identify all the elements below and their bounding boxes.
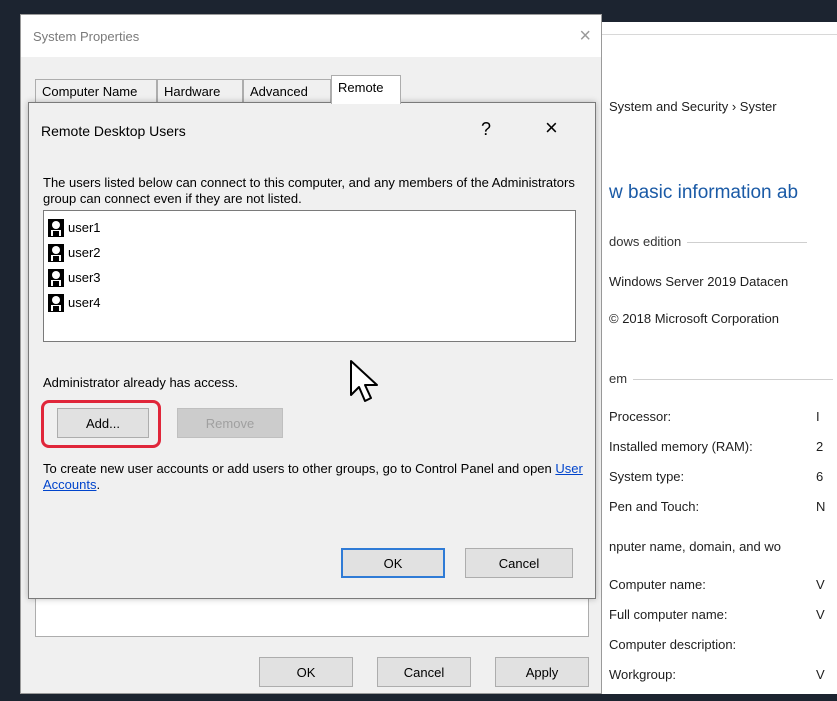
info-prefix: To create new user accounts or add users… — [43, 461, 556, 476]
processor-label: Processor: — [609, 409, 672, 424]
dialog-cancel-button[interactable]: Cancel — [465, 548, 573, 578]
list-item[interactable]: user2 — [47, 240, 572, 265]
user-name: user2 — [68, 245, 101, 260]
mouse-pointer-icon — [350, 360, 378, 402]
pen-touch-value: N — [816, 499, 826, 514]
user-name: user3 — [68, 270, 101, 285]
window-title: System Properties — [33, 29, 140, 44]
dialog-ok-button[interactable]: OK — [341, 548, 445, 578]
remove-button[interactable]: Remove — [177, 408, 283, 438]
divider — [597, 34, 837, 35]
help-icon[interactable]: ? — [481, 119, 491, 140]
workgroup-label: Workgroup: — [609, 667, 676, 682]
workgroup-value: V — [816, 667, 825, 682]
full-computer-name-label: Full computer name: — [609, 607, 728, 622]
user-icon — [48, 218, 64, 237]
user-icon — [48, 293, 64, 312]
remote-desktop-users-dialog: Remote Desktop Users ? × The users liste… — [28, 102, 596, 599]
section-windows-edition: dows edition — [609, 234, 808, 249]
add-button[interactable]: Add... — [57, 408, 149, 438]
computer-name-label: Computer name: — [609, 577, 706, 592]
pen-touch-label: Pen and Touch: — [609, 499, 700, 514]
full-computer-name-value: V — [816, 607, 825, 622]
control-panel-window: System and Security › Syster w basic inf… — [596, 22, 837, 694]
tab-computer-name[interactable]: Computer Name — [35, 79, 157, 103]
user-name: user4 — [68, 295, 101, 310]
cancel-button[interactable]: Cancel — [377, 657, 471, 687]
ram-value: 2 — [816, 439, 824, 454]
computer-description-label: Computer description: — [609, 637, 737, 652]
title-bar[interactable]: System Properties × — [21, 15, 601, 57]
list-item[interactable]: user1 — [47, 215, 572, 240]
breadcrumb[interactable]: System and Security › Syster — [609, 99, 777, 114]
copyright-text: © 2018 Microsoft Corporation — [609, 311, 779, 326]
computer-name-value: V — [816, 577, 825, 592]
info-suffix: . — [96, 477, 101, 492]
edition-value: Windows Server 2019 Datacen — [609, 274, 789, 289]
system-type-label: System type: — [609, 469, 685, 484]
user-list[interactable]: user1 user2 user3 user4 — [43, 210, 576, 342]
apply-button[interactable]: Apply — [495, 657, 589, 687]
tab-remote[interactable]: Remote — [331, 75, 401, 104]
user-name: user1 — [68, 220, 101, 235]
user-icon — [48, 243, 64, 262]
list-item[interactable]: user3 — [47, 265, 572, 290]
tab-advanced[interactable]: Advanced — [243, 79, 331, 103]
page-heading: w basic information ab — [609, 182, 799, 203]
list-item[interactable]: user4 — [47, 290, 572, 315]
ram-label: Installed memory (RAM): — [609, 439, 753, 454]
system-type-value: 6 — [816, 469, 824, 484]
section-system: em — [609, 371, 834, 386]
processor-value: I — [816, 409, 820, 424]
admin-note: Administrator already has access. — [43, 375, 239, 390]
info-text: To create new user accounts or add users… — [43, 461, 583, 493]
section-computer-name: nputer name, domain, and wo — [609, 539, 781, 554]
ok-button[interactable]: OK — [259, 657, 353, 687]
dialog-description: The users listed below can connect to th… — [43, 175, 575, 206]
tab-hardware[interactable]: Hardware — [157, 79, 243, 103]
close-icon[interactable]: × — [579, 25, 591, 48]
close-icon[interactable]: × — [545, 115, 558, 141]
dialog-title: Remote Desktop Users — [41, 123, 186, 139]
user-icon — [48, 268, 64, 287]
